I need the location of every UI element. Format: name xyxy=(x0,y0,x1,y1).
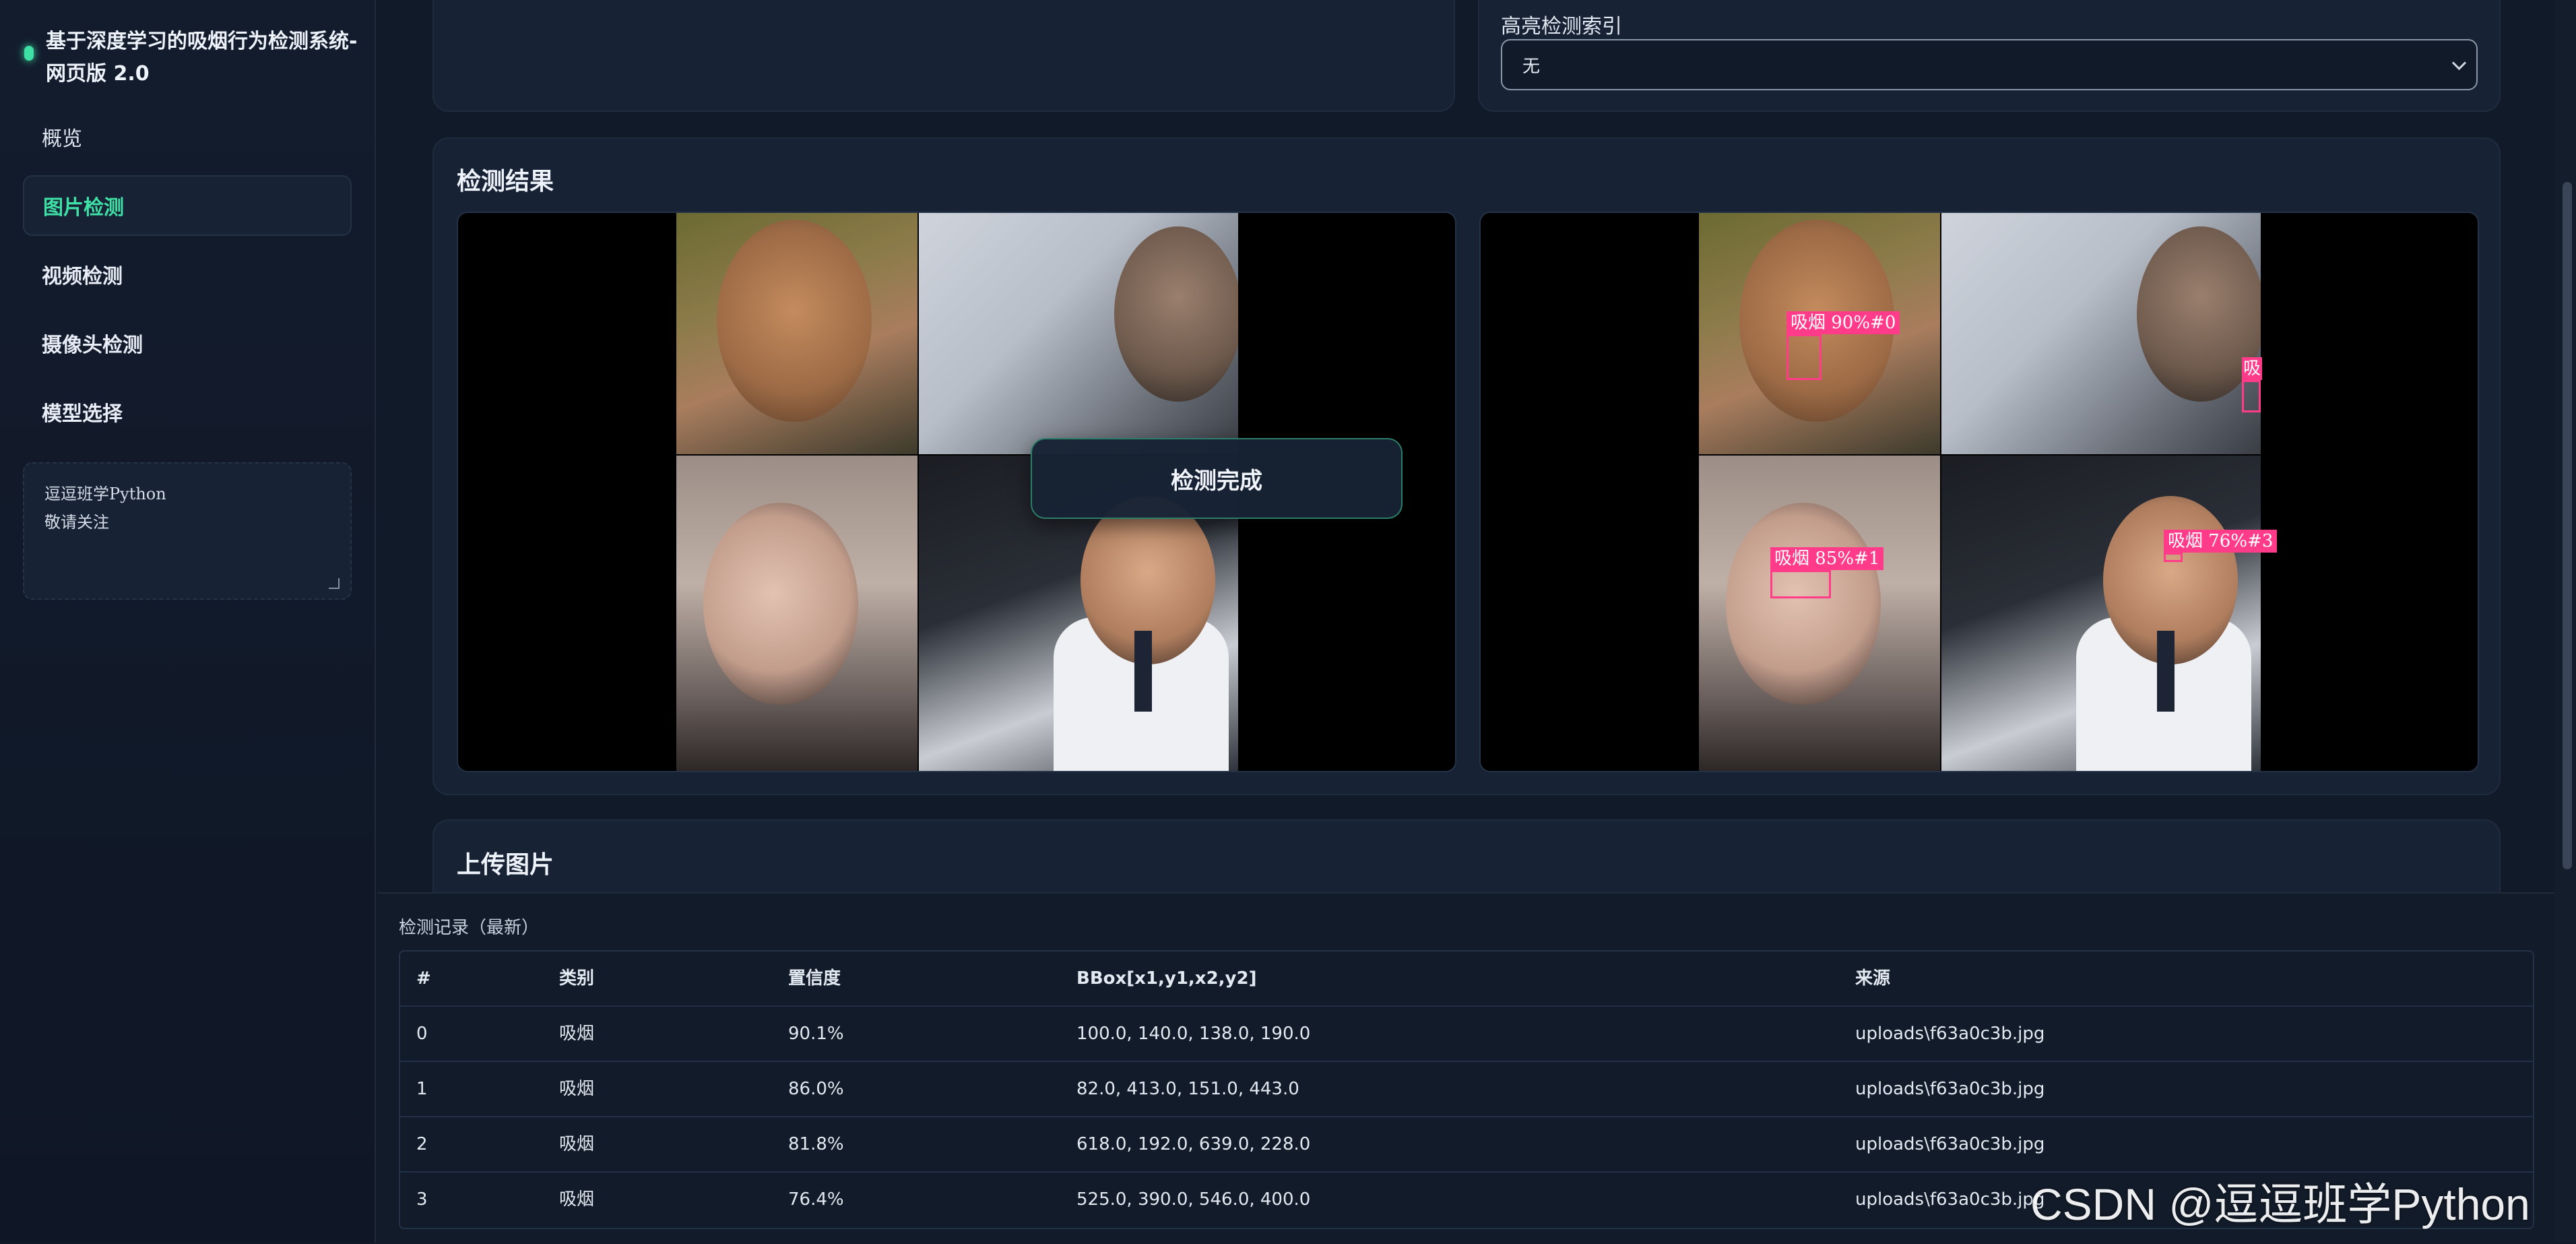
cell-class: 吸烟 xyxy=(559,1189,595,1210)
cell-class: 吸烟 xyxy=(559,1079,595,1099)
highlight-index-select[interactable]: 无 xyxy=(1501,39,2478,90)
note-line-1: 逗逗班学Python xyxy=(44,485,166,503)
cell-bbox: 100.0, 140.0, 138.0, 190.0 xyxy=(1076,1024,1311,1044)
highlight-index-label: 高亮检测索引 xyxy=(1501,15,1622,38)
results-card: 检测结果 吸烟 90%#0 吸烟 85%#1 吸烟 76%#3 吸 检测完成 xyxy=(432,137,2501,795)
detection-label-0: 吸烟 90%#0 xyxy=(1786,311,1900,334)
cell-confidence: 76.4% xyxy=(788,1189,844,1210)
cell-source: uploads\f63a0c3b.jpg xyxy=(1855,1079,2045,1099)
detection-complete-toast: 检测完成 xyxy=(1031,438,1403,519)
column-header-index: # xyxy=(416,968,431,989)
detection-box-0 xyxy=(1786,334,1822,380)
sidebar: 基于深度学习的吸烟行为检测系统-网页版 2.0 概览 图片检测 视频检测 摄像头… xyxy=(0,0,376,1243)
detection-box-2 xyxy=(2242,380,2261,412)
detection-label-3: 吸烟 76%#3 xyxy=(2164,530,2278,553)
sidebar-item-model-selection[interactable]: 模型选择 xyxy=(23,381,352,442)
cell-bbox: 82.0, 413.0, 151.0, 443.0 xyxy=(1076,1079,1299,1099)
results-title: 检测结果 xyxy=(457,168,554,195)
watermark: CSDN @逗逗班学Python xyxy=(2030,1179,2530,1229)
result-image: 吸烟 90%#0 吸烟 85%#1 吸烟 76%#3 吸 xyxy=(1699,213,2278,771)
cell-confidence: 90.1% xyxy=(788,1024,844,1044)
cell-class: 吸烟 xyxy=(559,1024,595,1044)
cell-confidence: 81.8% xyxy=(788,1134,844,1154)
result-image-panel: 吸烟 90%#0 吸烟 85%#1 吸烟 76%#3 吸 xyxy=(1479,212,2479,772)
highlight-index-value: 无 xyxy=(1522,56,1541,77)
records-title: 检测记录（最新） xyxy=(399,918,540,938)
note-line-2: 敬请关注 xyxy=(44,513,109,532)
column-header-bbox: BBox[x1,y1,x2,y2] xyxy=(1076,968,1257,989)
upload-title: 上传图片 xyxy=(457,851,554,879)
chevron-down-icon xyxy=(2451,55,2467,71)
cell-index: 0 xyxy=(416,1024,428,1044)
sidebar-nav: 概览 图片检测 视频检测 摄像头检测 模型选择 xyxy=(23,106,352,450)
cell-index: 2 xyxy=(416,1134,428,1154)
top-left-card xyxy=(432,0,1455,112)
status-dot-icon xyxy=(24,46,34,61)
detection-label-1: 吸烟 85%#1 xyxy=(1770,547,1884,570)
column-header-confidence: 置信度 xyxy=(788,968,841,989)
sidebar-item-video-detection[interactable]: 视频检测 xyxy=(23,244,352,305)
table-row[interactable]: 1 吸烟 86.0% 82.0, 413.0, 151.0, 443.0 upl… xyxy=(400,1062,2533,1117)
scrollbar-thumb[interactable] xyxy=(2563,182,2572,869)
resize-handle-icon[interactable] xyxy=(329,578,340,589)
table-row[interactable]: 2 吸烟 81.8% 618.0, 192.0, 639.0, 228.0 up… xyxy=(400,1117,2533,1173)
page-scrollbar[interactable] xyxy=(2554,0,2576,1243)
cell-source: uploads\f63a0c3b.jpg xyxy=(1855,1024,2045,1044)
cell-source: uploads\f63a0c3b.jpg xyxy=(1855,1189,2045,1210)
cell-bbox: 618.0, 192.0, 639.0, 228.0 xyxy=(1076,1134,1311,1154)
cell-confidence: 86.0% xyxy=(788,1079,844,1099)
detection-box-1 xyxy=(1770,570,1831,598)
cell-class: 吸烟 xyxy=(559,1134,595,1154)
detection-label-2: 吸 xyxy=(2242,357,2263,380)
sidebar-item-overview[interactable]: 概览 xyxy=(23,106,352,167)
app-title: 基于深度学习的吸烟行为检测系统-网页版 2.0 xyxy=(46,30,358,86)
column-header-source: 来源 xyxy=(1855,968,1891,989)
cell-bbox: 525.0, 390.0, 546.0, 400.0 xyxy=(1076,1189,1311,1210)
column-header-class: 类别 xyxy=(559,968,595,989)
sidebar-item-camera-detection[interactable]: 摄像头检测 xyxy=(23,313,352,373)
highlight-control-card: 高亮检测索引 无 xyxy=(1478,0,2501,112)
cell-index: 1 xyxy=(416,1079,428,1099)
note-textarea[interactable]: 逗逗班学Python 敬请关注 xyxy=(23,462,352,600)
detection-box-3 xyxy=(2164,553,2183,562)
sidebar-item-image-detection[interactable]: 图片检测 xyxy=(23,175,352,236)
cell-source: uploads\f63a0c3b.jpg xyxy=(1855,1134,2045,1154)
table-row[interactable]: 0 吸烟 90.1% 100.0, 140.0, 138.0, 190.0 up… xyxy=(400,1007,2533,1062)
table-header-row: # 类别 置信度 BBox[x1,y1,x2,y2] 来源 xyxy=(400,952,2533,1007)
cell-index: 3 xyxy=(416,1189,428,1210)
